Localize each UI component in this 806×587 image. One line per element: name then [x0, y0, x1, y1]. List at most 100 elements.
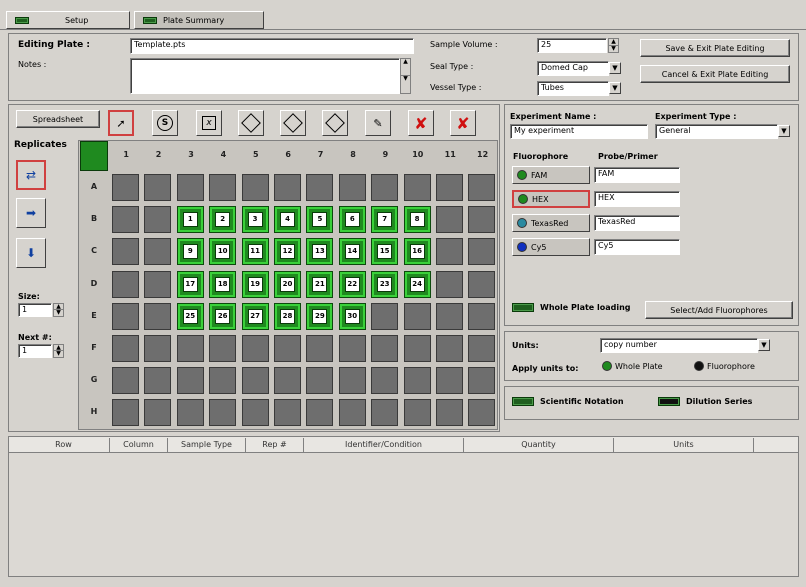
well[interactable]: 3	[241, 206, 269, 234]
sample-volume-stepper[interactable]: ▲ ▼	[608, 38, 619, 53]
well[interactable]	[436, 206, 463, 234]
column-header[interactable]: 7	[304, 150, 336, 159]
well[interactable]	[338, 367, 366, 395]
vessel-type-select[interactable]: Tubes	[537, 81, 609, 96]
whole-plate-loading[interactable]: Whole Plate loading	[512, 303, 631, 312]
tab-setup[interactable]: Setup	[6, 11, 130, 29]
well[interactable]: 28	[274, 302, 301, 330]
well[interactable]	[371, 399, 399, 427]
well[interactable]: 20	[274, 270, 301, 298]
well[interactable]	[144, 174, 172, 201]
save-exit-button[interactable]: Save & Exit Plate Editing	[640, 39, 790, 57]
well[interactable]	[371, 302, 399, 330]
well[interactable]	[403, 399, 431, 427]
well[interactable]	[144, 238, 172, 266]
well[interactable]	[306, 335, 334, 362]
fluorophore-button[interactable]: FAM	[512, 166, 590, 184]
well[interactable]: 4	[274, 206, 301, 234]
experiment-type-select[interactable]: General	[655, 124, 778, 139]
well[interactable]: 17	[176, 270, 204, 298]
row-header[interactable]: G	[82, 375, 106, 384]
pointer-tool[interactable]: ➚	[108, 110, 134, 136]
well[interactable]	[112, 399, 139, 427]
chevron-down-icon[interactable]: ▼	[758, 339, 770, 351]
clear-well-tool[interactable]: ✘	[408, 110, 434, 136]
plate-name-field[interactable]: Template.pts	[130, 38, 414, 54]
cancel-exit-button[interactable]: Cancel & Exit Plate Editing	[640, 65, 790, 83]
well[interactable]	[468, 238, 496, 266]
well[interactable]: 13	[306, 238, 334, 266]
well[interactable]: 5	[306, 206, 334, 234]
well[interactable]	[338, 335, 366, 362]
row-header[interactable]: E	[82, 311, 106, 320]
row-header[interactable]: H	[82, 407, 106, 416]
well[interactable]: 6	[338, 206, 366, 234]
well[interactable]	[209, 335, 237, 362]
well[interactable]	[436, 238, 463, 266]
well[interactable]	[436, 302, 463, 330]
well[interactable]: 23	[371, 270, 399, 298]
probe-field[interactable]: HEX	[594, 191, 680, 207]
column-header[interactable]: 6	[272, 150, 304, 159]
dilution-series-toggle[interactable]: Dilution Series	[658, 397, 752, 406]
well[interactable]	[468, 335, 496, 362]
replicate-grid-icon[interactable]: ⇄	[16, 160, 46, 190]
well[interactable]: 27	[241, 302, 269, 330]
well[interactable]: 2	[209, 206, 237, 234]
probe-field[interactable]: FAM	[594, 167, 680, 183]
well[interactable]	[436, 335, 463, 362]
well[interactable]	[112, 206, 139, 234]
well[interactable]	[144, 270, 172, 298]
table-column-header[interactable]: Row	[18, 438, 110, 453]
well[interactable]: 24	[403, 270, 431, 298]
well[interactable]: 11	[241, 238, 269, 266]
row-header[interactable]: F	[82, 343, 106, 352]
well[interactable]	[468, 367, 496, 395]
well[interactable]: 22	[338, 270, 366, 298]
well[interactable]	[112, 335, 139, 362]
well[interactable]: 26	[209, 302, 237, 330]
well[interactable]	[468, 174, 496, 201]
well[interactable]	[468, 206, 496, 234]
next-field[interactable]: 1	[18, 344, 52, 358]
well[interactable]: 21	[306, 270, 334, 298]
column-header[interactable]: 9	[369, 150, 401, 159]
well[interactable]	[144, 367, 172, 395]
table-column-header[interactable]: Column	[110, 438, 168, 453]
probe-field[interactable]: TexasRed	[594, 215, 680, 231]
table-column-header[interactable]: Rep #	[246, 438, 304, 453]
well[interactable]: 19	[241, 270, 269, 298]
row-header[interactable]: D	[82, 279, 106, 288]
well[interactable]	[112, 238, 139, 266]
well[interactable]: 12	[274, 238, 301, 266]
chevron-down-icon[interactable]: ▼	[609, 82, 621, 94]
eraser-tool[interactable]: ✎	[365, 110, 391, 136]
well[interactable]: 25	[176, 302, 204, 330]
well[interactable]	[468, 302, 496, 330]
well[interactable]	[209, 174, 237, 201]
well[interactable]	[371, 335, 399, 362]
well[interactable]	[306, 174, 334, 201]
notes-field[interactable]	[130, 58, 400, 94]
well[interactable]	[144, 302, 172, 330]
clear-all-tool[interactable]: ✘	[450, 110, 476, 136]
select-add-fluorophores-button[interactable]: Select/Add Fluorophores	[645, 301, 793, 319]
select-all-corner[interactable]	[80, 141, 108, 171]
well[interactable]: 1	[176, 206, 204, 234]
well[interactable]	[241, 174, 269, 201]
well[interactable]: 16	[403, 238, 431, 266]
well[interactable]	[403, 367, 431, 395]
well[interactable]	[403, 302, 431, 330]
standard-tool[interactable]	[238, 110, 264, 136]
well[interactable]	[176, 367, 204, 395]
well[interactable]	[338, 174, 366, 201]
well[interactable]	[176, 174, 204, 201]
well[interactable]	[468, 399, 496, 427]
column-header[interactable]: 5	[240, 150, 272, 159]
well[interactable]	[436, 367, 463, 395]
well[interactable]	[241, 399, 269, 427]
well[interactable]	[468, 270, 496, 298]
column-header[interactable]: 10	[402, 150, 434, 159]
replicate-col-icon[interactable]: ⬇	[16, 238, 46, 268]
well[interactable]: 15	[371, 238, 399, 266]
